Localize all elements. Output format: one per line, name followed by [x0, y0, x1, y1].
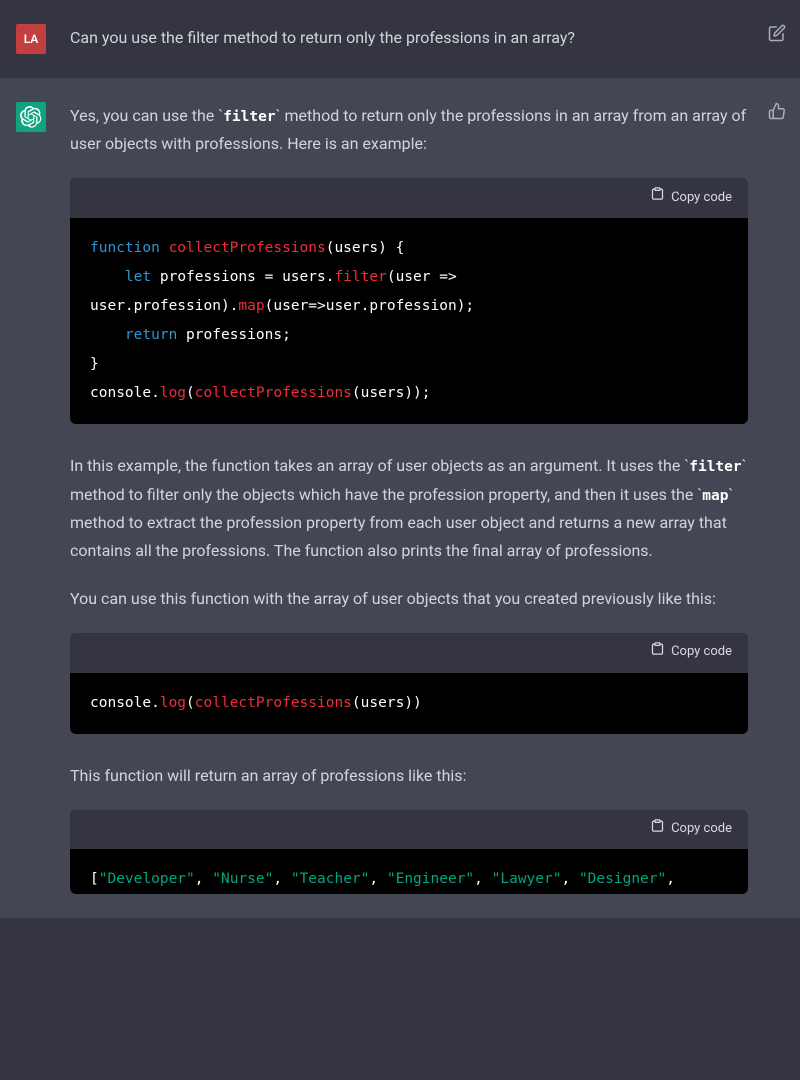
code-content: ["Developer", "Nurse", "Teacher", "Engin… [70, 849, 748, 894]
inline-code-map: map [702, 488, 728, 504]
text-span: method to filter only the objects which … [70, 485, 697, 504]
copy-code-label: Copy code [671, 641, 732, 664]
text-span: In this example, the function takes an a… [70, 456, 684, 475]
user-avatar: LA [16, 24, 46, 54]
assistant-paragraph-3: You can use this function with the array… [70, 585, 748, 613]
inline-code-filter: filter [223, 109, 275, 125]
code-content: console.log(collectProfessions(users)) [70, 673, 748, 734]
thumbs-up-icon[interactable] [768, 102, 786, 124]
code-block-3: Copy code ["Developer", "Nurse", "Teache… [70, 810, 748, 895]
user-message: LA Can you use the filter method to retu… [0, 0, 800, 78]
user-message-content: Can you use the filter method to return … [70, 24, 784, 54]
assistant-paragraph-1: Yes, you can use the `filter` method to … [70, 102, 748, 158]
assistant-paragraph-2: In this example, the function takes an a… [70, 452, 748, 565]
clipboard-icon [650, 818, 665, 842]
edit-icon[interactable] [768, 24, 786, 46]
assistant-message: Yes, you can use the `filter` method to … [0, 78, 800, 918]
text-span: Yes, you can use the [70, 106, 218, 125]
copy-code-label: Copy code [671, 818, 732, 841]
clipboard-icon [650, 186, 665, 210]
assistant-message-content: Yes, you can use the `filter` method to … [70, 102, 784, 894]
user-message-actions [768, 24, 786, 46]
copy-code-button[interactable]: Copy code [650, 818, 732, 842]
assistant-avatar [16, 102, 46, 132]
user-text: Can you use the filter method to return … [70, 24, 748, 52]
code-content: function collectProfessions(users) { let… [70, 218, 748, 424]
code-block-header: Copy code [70, 178, 748, 218]
backtick: ` [728, 485, 733, 504]
copy-code-label: Copy code [671, 187, 732, 210]
clipboard-icon [650, 641, 665, 665]
copy-code-button[interactable]: Copy code [650, 186, 732, 210]
code-block-2: Copy code console.log(collectProfessions… [70, 633, 748, 734]
code-block-1: Copy code function collectProfessions(us… [70, 178, 748, 424]
assistant-message-actions [768, 102, 786, 124]
inline-code-filter: filter [689, 459, 741, 475]
code-block-header: Copy code [70, 810, 748, 850]
text-span: method to extract the profession propert… [70, 513, 727, 560]
assistant-paragraph-4: This function will return an array of pr… [70, 762, 748, 790]
copy-code-button[interactable]: Copy code [650, 641, 732, 665]
backtick: ` [742, 456, 747, 475]
code-block-header: Copy code [70, 633, 748, 673]
